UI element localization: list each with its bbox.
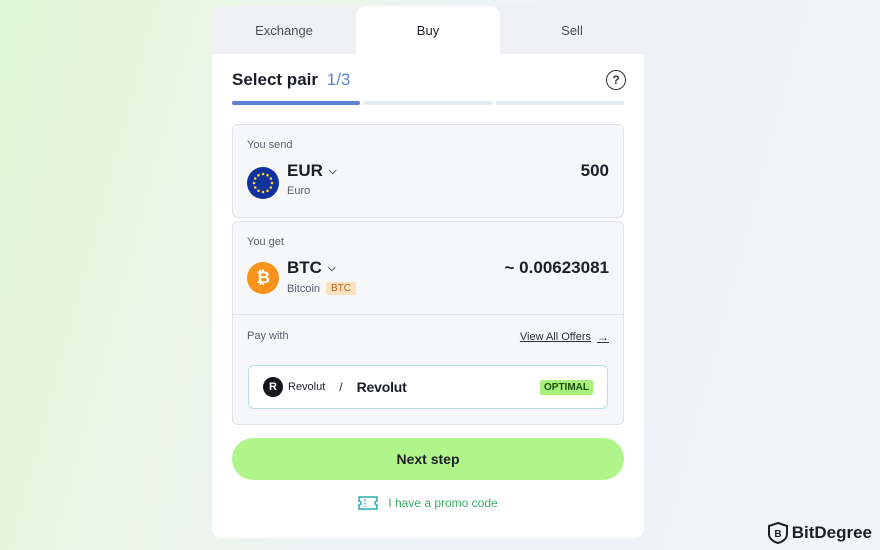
bitcoin-icon: ₿: [247, 262, 279, 294]
get-currency-name-text: Bitcoin: [287, 282, 321, 295]
get-amount: ~ 0.00623081: [504, 258, 609, 277]
get-label: You get: [247, 236, 284, 248]
receive-panel: You get ₿ BTC ⌵ Bitcoin BTC ~ 0.00623081…: [232, 221, 624, 425]
provider-separator: /: [339, 380, 343, 394]
arrow-right-icon: →: [597, 330, 609, 344]
tab-sell[interactable]: Sell: [500, 6, 644, 54]
view-all-offers-link[interactable]: View All Offers →: [520, 330, 609, 344]
next-step-button[interactable]: Next step: [232, 438, 624, 480]
tab-bar: Exchange Buy Sell: [212, 6, 644, 54]
send-amount[interactable]: [489, 161, 609, 181]
get-currency-code: BTC: [287, 258, 322, 277]
page-title: Select pair 1/3: [232, 70, 350, 90]
provider-small-label: Revolut: [288, 381, 326, 393]
send-amount-input[interactable]: [489, 161, 609, 181]
tab-exchange[interactable]: Exchange: [212, 6, 356, 54]
eu-flag-icon: [247, 167, 279, 199]
exchange-widget: Exchange Buy Sell Select pair 1/3 ? You …: [212, 6, 644, 538]
payment-option-revolut[interactable]: R Revolut / Revolut OPTIMAL: [248, 365, 608, 409]
send-currency-name-text: Euro: [287, 185, 311, 197]
pay-with-label: Pay with: [247, 330, 289, 342]
send-currency-code: EUR: [287, 161, 323, 180]
ticket-icon: [358, 496, 379, 510]
brand-name: BitDegree: [791, 523, 872, 542]
progress-segment-1: [232, 101, 360, 105]
progress-segment-2: [364, 101, 492, 105]
optimal-badge: OPTIMAL: [540, 379, 593, 395]
step-progress: [232, 101, 624, 105]
send-currency-name: Euro: [287, 185, 310, 197]
view-all-offers-text: View All Offers: [519, 331, 591, 343]
header-row: Select pair 1/3 ?: [232, 68, 626, 92]
promo-code-text: I have a promo code: [388, 496, 498, 510]
send-currency-select[interactable]: EUR ⌵: [287, 161, 337, 181]
step-indicator: 1/3: [326, 70, 351, 89]
progress-segment-3: [496, 101, 624, 105]
chevron-down-icon: ⌵: [327, 262, 336, 274]
promo-code-link[interactable]: I have a promo code: [212, 496, 644, 510]
chevron-down-icon: ⌵: [328, 165, 337, 177]
send-panel: You send EUR ⌵ Euro: [232, 124, 624, 218]
svg-text:B: B: [774, 529, 781, 540]
help-icon[interactable]: ?: [606, 70, 626, 90]
bitdegree-logo-icon: B: [767, 522, 788, 544]
send-label: You send: [247, 139, 293, 151]
bitdegree-watermark: B BitDegree: [767, 522, 872, 544]
network-tag: BTC: [326, 282, 357, 295]
tab-buy[interactable]: Buy: [356, 6, 500, 54]
provider-name: Revolut: [356, 379, 407, 395]
get-currency-select[interactable]: BTC ⌵: [287, 258, 336, 278]
title-text: Select pair: [232, 70, 318, 89]
revolut-logo-icon: R: [263, 377, 283, 397]
divider: [233, 314, 623, 315]
get-currency-name: Bitcoin BTC: [287, 282, 357, 295]
